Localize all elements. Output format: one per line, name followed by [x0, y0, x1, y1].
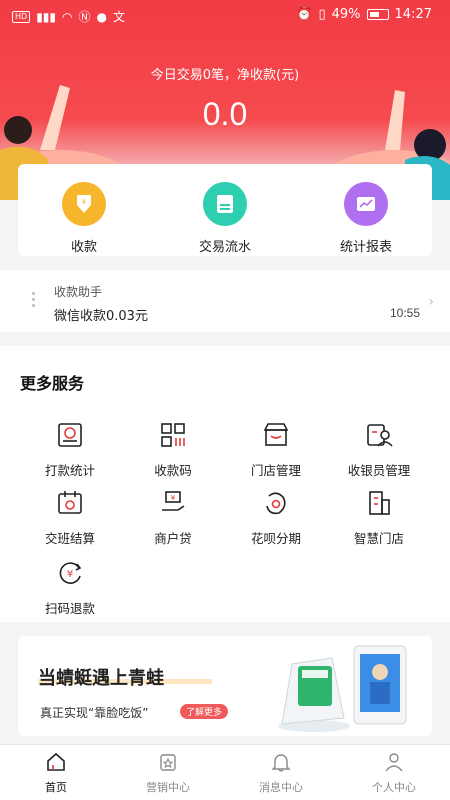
hd-indicator: HD: [12, 10, 31, 23]
status-bar: HD ▮▮▮ ◠ Ⓝ ● 文 ⏰ ▯ 49% 14:27: [0, 0, 450, 30]
tab-label: 个人中心: [372, 781, 416, 794]
assistant-title: 收款助手: [54, 285, 103, 299]
tab-label: 营销中心: [146, 781, 190, 794]
yen-down-icon: ¥: [62, 182, 106, 226]
service-huabei-installment[interactable]: 花呗分期: [226, 488, 326, 547]
service-smart-store[interactable]: 智慧门店: [329, 488, 429, 547]
reports-button[interactable]: 统计报表: [316, 182, 416, 255]
banner-subtitle: 真正实现“靠脸吃饭”: [40, 706, 149, 720]
nfc-icon: Ⓝ: [78, 10, 91, 24]
svg-text:¥: ¥: [67, 569, 73, 580]
message-icon: ●: [96, 9, 107, 24]
tab-label: 首页: [45, 781, 67, 794]
collect-payment-button[interactable]: ¥ 收款: [34, 182, 134, 255]
battery-percent: 49%: [331, 7, 361, 22]
banner-title: 当蜻蜓遇上青蛙: [38, 668, 164, 689]
cashier-user-icon: [367, 424, 393, 447]
battery-icon: [366, 9, 389, 20]
service-label: 收款码: [154, 463, 192, 478]
clock: 14:27: [394, 7, 432, 22]
qr-code-icon: [161, 423, 185, 447]
net-amount: 0.0: [202, 96, 248, 132]
scan-refund-icon: ¥: [59, 562, 82, 584]
reports-label: 统计报表: [339, 240, 392, 255]
payment-assistant-row[interactable]: 收款助手 微信收款0.03元 10:55 ›: [0, 270, 450, 332]
receipt-icon: [203, 182, 247, 226]
collect-payment-label: 收款: [70, 240, 97, 255]
drag-handle-icon: [32, 292, 36, 310]
person-icon: [385, 753, 403, 772]
svg-text:¥: ¥: [171, 494, 176, 502]
smart-building-icon: [369, 491, 390, 515]
loan-hand-icon: ¥: [162, 491, 185, 511]
service-cashier-management[interactable]: 收银员管理: [329, 420, 429, 479]
translate-icon: 文: [112, 10, 125, 24]
wifi-icon: ◠: [62, 9, 73, 24]
service-payout-stats[interactable]: 打款统计: [20, 420, 120, 479]
service-label: 交班结算: [44, 531, 95, 546]
section-title: 更多服务: [20, 374, 85, 393]
service-label: 花呗分期: [250, 531, 301, 546]
service-label: 收银员管理: [347, 463, 411, 478]
service-scan-refund[interactable]: ¥ 扫码退款: [20, 558, 120, 617]
transactions-label: 交易流水: [198, 240, 251, 255]
star-bag-icon: [160, 754, 176, 771]
service-shift-settlement[interactable]: 交班结算: [20, 488, 120, 547]
home-icon: [47, 752, 65, 771]
tab-profile[interactable]: 个人中心: [338, 751, 450, 795]
assistant-time: 10:55: [389, 306, 420, 320]
alarm-icon: ⏰: [296, 7, 313, 22]
vibrate-icon: ▯: [318, 7, 326, 22]
more-services-section: 更多服务 打款统计 收款码 门店管理 收银员管理 交班结算 ¥ 商户贷 花呗分期…: [0, 346, 450, 622]
service-label: 商户贷: [154, 531, 192, 546]
shift-calendar-icon: [58, 491, 82, 514]
assistant-message: 微信收款0.03元: [54, 309, 148, 324]
promo-banner[interactable]: 当蜻蜓遇上青蛙 真正实现“靠脸吃饭” 了解更多: [18, 636, 432, 736]
tab-home[interactable]: 首页: [0, 751, 112, 795]
tab-messages[interactable]: 消息中心: [225, 751, 337, 795]
chevron-right-icon: ›: [428, 294, 434, 310]
service-label: 扫码退款: [44, 601, 95, 616]
learn-more-button[interactable]: 了解更多: [180, 704, 229, 719]
service-label: 打款统计: [44, 463, 95, 478]
signal-icon: ▮▮▮: [36, 9, 56, 24]
huabei-icon: [266, 492, 286, 515]
svg-text:¥: ¥: [82, 198, 87, 206]
service-qr-code[interactable]: 收款码: [123, 420, 223, 479]
today-summary-label: 今日交易0笔，净收款(元): [150, 68, 300, 83]
quick-actions-card: ¥ 收款 交易流水 统计报表: [18, 164, 432, 256]
tab-marketing[interactable]: 营销中心: [112, 751, 224, 795]
tab-label: 消息中心: [259, 781, 303, 794]
service-label: 门店管理: [250, 463, 301, 478]
bell-icon: [271, 754, 291, 772]
transactions-button[interactable]: 交易流水: [175, 182, 275, 255]
pos-device-illustration: [278, 645, 407, 732]
service-merchant-loan[interactable]: ¥ 商户贷: [123, 488, 223, 547]
payout-stats-icon: [58, 423, 82, 447]
service-label: 智慧门店: [353, 531, 404, 546]
report-chart-icon: [344, 182, 388, 226]
bottom-tab-bar: 首页 营销中心 消息中心 个人中心: [0, 744, 450, 800]
store-icon: [263, 423, 289, 446]
service-store-management[interactable]: 门店管理: [226, 420, 326, 479]
